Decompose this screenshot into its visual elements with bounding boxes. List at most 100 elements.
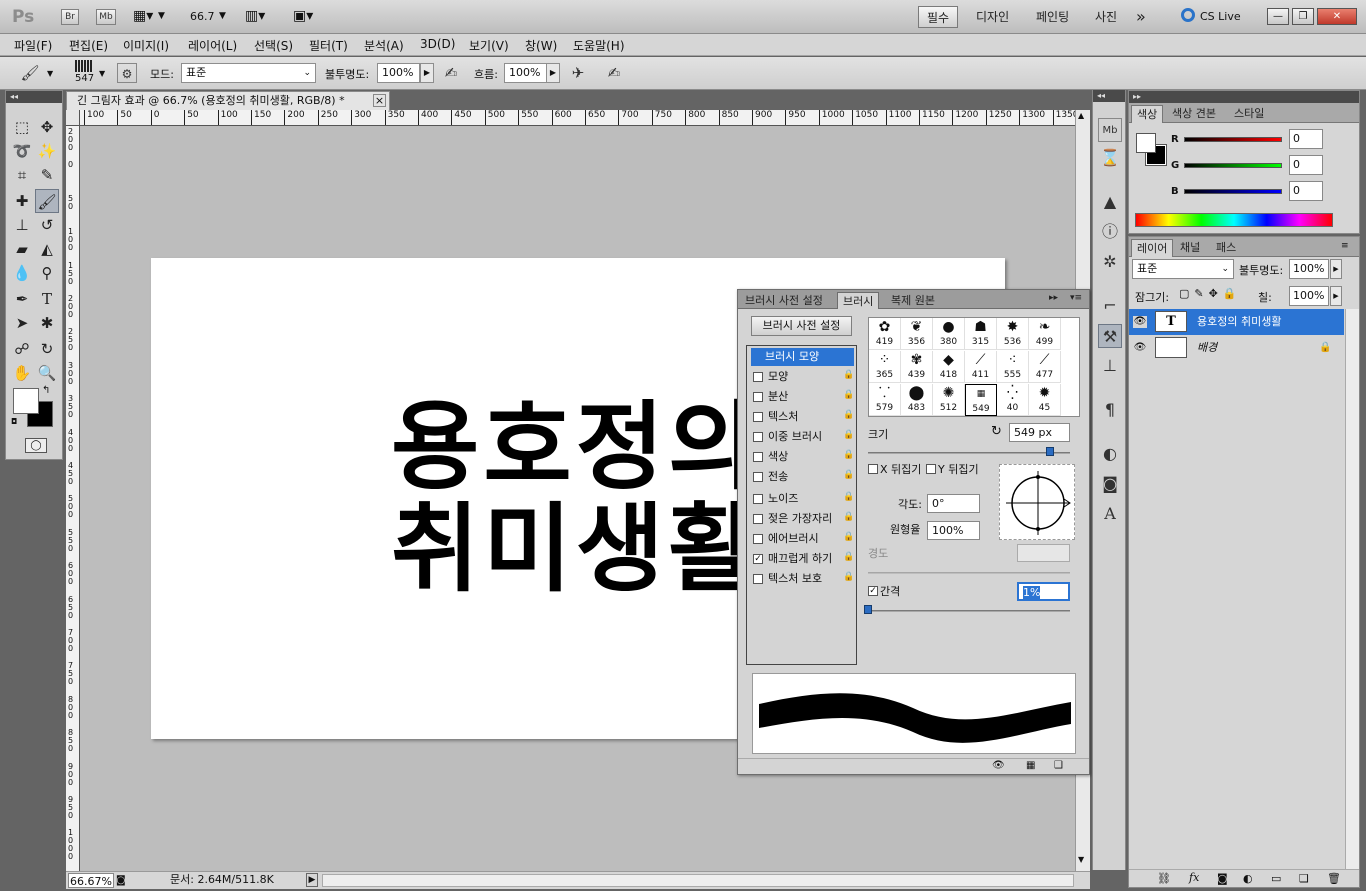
brush-tip-thumbnail[interactable] (75, 60, 93, 72)
scroll-up-icon[interactable]: ▲ (1078, 111, 1084, 120)
masks-panel-icon[interactable]: ◙ (1098, 472, 1122, 496)
layer-row-background[interactable]: 👁 배경 🔒 (1129, 335, 1344, 361)
brush-tip[interactable]: ☗ 315 (965, 318, 997, 350)
brush-tip[interactable]: ❦ 356 (901, 318, 933, 350)
fg-color-swatch-front[interactable] (1136, 133, 1156, 153)
brush-tip[interactable]: ✿ 419 (869, 318, 901, 350)
wet-edges-checkbox[interactable] (753, 514, 763, 524)
document-tab[interactable]: 긴 그림자 효과 @ 66.7% (용호정의 취미생활, RGB/8) * × (66, 91, 390, 110)
workspace-design[interactable]: 디자인 (968, 6, 1017, 28)
collapse-right-panels-icon[interactable]: ▸▸ (1129, 91, 1359, 103)
tab-swatches[interactable]: 색상 견본 (1167, 105, 1221, 123)
close-window-button[interactable]: ✕ (1317, 8, 1357, 25)
menu-3d[interactable]: 3D(D) (420, 37, 455, 51)
3d-orbit-tool-icon[interactable]: ↻ (35, 337, 59, 361)
airbrush-icon[interactable]: ✈ (568, 63, 588, 83)
crop-tool-icon[interactable]: ⌗ (10, 163, 34, 187)
lock-icon[interactable]: 🔒 (843, 512, 854, 523)
workspace-painting[interactable]: 페인팅 (1028, 6, 1077, 28)
preset-dropdown-icon[interactable]: ▼ (47, 69, 53, 78)
ruler-origin[interactable] (66, 110, 80, 126)
restore-button[interactable]: ❐ (1292, 8, 1314, 25)
lock-icon[interactable]: 🔒 (843, 370, 854, 381)
menu-analysis[interactable]: 분석(A) (364, 37, 404, 54)
protect-texture-item[interactable]: 텍스처 보호 🔒 (751, 570, 854, 588)
menu-file[interactable]: 파일(F) (14, 37, 52, 54)
layers-scrollbar[interactable] (1345, 309, 1359, 869)
character-panel-icon[interactable]: A (1098, 502, 1122, 526)
hand-tool-icon[interactable]: ✋ (10, 361, 34, 385)
blend-mode-select[interactable]: 표준 ⌄ (1132, 259, 1234, 279)
blue-slider[interactable] (1184, 189, 1282, 194)
layer-opacity-input[interactable]: 100% (1289, 259, 1329, 279)
horizontal-ruler[interactable]: 100 50 0 50 100 150 200 250 300 350 400 450 500 550 60… (80, 110, 1075, 126)
brush-tip[interactable]: ⁛ 40 (997, 384, 1029, 416)
spacing-input[interactable]: 1% (1017, 582, 1070, 601)
opacity-slider-arrow[interactable]: ▶ (420, 63, 434, 83)
menu-image[interactable]: 이미지(I) (123, 37, 169, 54)
brush-tip[interactable]: ⬤ 483 (901, 384, 933, 416)
tab-brush-presets[interactable]: 브러시 사전 설정 (740, 292, 828, 309)
dual-brush-checkbox[interactable] (753, 432, 763, 442)
menu-help[interactable]: 도움말(H) (573, 37, 625, 54)
brush-tip[interactable]: ⸪ 579 (869, 384, 901, 416)
brush-tip[interactable]: ✹ 45 (1029, 384, 1061, 416)
texture-checkbox[interactable] (753, 412, 763, 422)
pen-tool-icon[interactable]: ✒ (10, 287, 34, 311)
scattering-checkbox[interactable] (753, 392, 763, 402)
brush-tip[interactable]: ⟋ 411 (965, 351, 997, 383)
swap-colors-icon[interactable]: ↰ (42, 385, 50, 396)
color-dynamics-item[interactable]: 색상 🔒 (751, 448, 854, 466)
add-mask-icon[interactable]: ◙ (1217, 872, 1228, 885)
spacing-slider-thumb[interactable] (864, 605, 872, 614)
brush-panel-toggle-icon[interactable]: ⚙ (117, 63, 137, 83)
menu-edit[interactable]: 편집(E) (69, 37, 108, 54)
spacing-checkbox[interactable]: ✓ (868, 586, 878, 596)
brush-tip[interactable]: ✸ 536 (997, 318, 1029, 350)
minimize-button[interactable]: — (1267, 8, 1289, 25)
history-panel-icon[interactable]: ⌛ (1098, 146, 1122, 170)
brush-tip[interactable]: ✾ 439 (901, 351, 933, 383)
paragraph-panel-icon[interactable]: ¶ (1098, 398, 1122, 422)
airbrush-item[interactable]: 에어브러시 🔒 (751, 530, 854, 548)
brush-tip[interactable]: ✺ 512 (933, 384, 965, 416)
size-input[interactable]: 549 px (1009, 423, 1070, 442)
brush-panel-icon[interactable]: ⚒ (1098, 324, 1122, 348)
mode-select[interactable]: 표준 ⌄ (181, 63, 316, 83)
panel-menu-icon[interactable]: ▾≡ (1070, 293, 1082, 303)
layer-opacity-arrow[interactable]: ▶ (1330, 259, 1342, 279)
mini-bridge-button[interactable]: Mb (96, 9, 116, 25)
zoom-dropdown-icon[interactable]: ▼ (219, 11, 226, 21)
zoom-tool-icon[interactable]: 🔍 (35, 361, 59, 385)
scattering-item[interactable]: 분산 🔒 (751, 388, 854, 406)
flow-input[interactable]: 100% (504, 63, 547, 83)
brush-tool-icon[interactable]: 🖌 (35, 189, 59, 213)
3d-rotate-tool-icon[interactable]: ☍ (10, 337, 34, 361)
screen-mode-icon[interactable]: ▣▾ (293, 8, 313, 24)
workspace-photography[interactable]: 사진 (1087, 6, 1125, 28)
view-extras-icon[interactable]: ▦▾ (133, 8, 153, 24)
lock-icon[interactable]: 🔒 (843, 532, 854, 543)
vertical-ruler[interactable]: 200 0 50 100 150 200 250 300 350 400 450 500 550 600 6… (66, 126, 80, 871)
tablet-opacity-pressure-icon[interactable]: ✍ (441, 63, 461, 83)
smoothing-item[interactable]: ✓ 매끄럽게 하기 🔒 (751, 550, 854, 568)
tablet-size-pressure-icon[interactable]: ✍ (604, 63, 624, 83)
size-slider[interactable] (868, 452, 1070, 454)
red-slider[interactable] (1184, 137, 1282, 142)
menu-window[interactable]: 창(W) (525, 37, 557, 54)
fill-input[interactable]: 100% (1289, 286, 1329, 306)
smoothing-checkbox[interactable]: ✓ (753, 554, 763, 564)
brush-tip[interactable]: ⁖ 555 (997, 351, 1029, 383)
transfer-item[interactable]: 전송 🔒 (751, 468, 854, 486)
brush-tool-preset-icon[interactable]: 🖌 (20, 63, 40, 83)
close-document-button[interactable]: × (373, 94, 386, 107)
delete-layer-icon[interactable]: 🗑 (1327, 872, 1341, 885)
menu-view[interactable]: 보기(V) (469, 37, 509, 54)
marquee-tool-icon[interactable]: ⬚ (10, 115, 34, 139)
lock-icon[interactable]: 🔒 (843, 552, 854, 563)
opacity-input[interactable]: 100% (377, 63, 420, 83)
visibility-eye-icon[interactable]: 👁 (1133, 342, 1147, 354)
reset-size-icon[interactable]: ↻ (991, 424, 1002, 439)
tool-presets-panel-icon[interactable]: ⌐ (1098, 294, 1122, 318)
default-colors-icon[interactable]: ◘ (11, 417, 17, 426)
